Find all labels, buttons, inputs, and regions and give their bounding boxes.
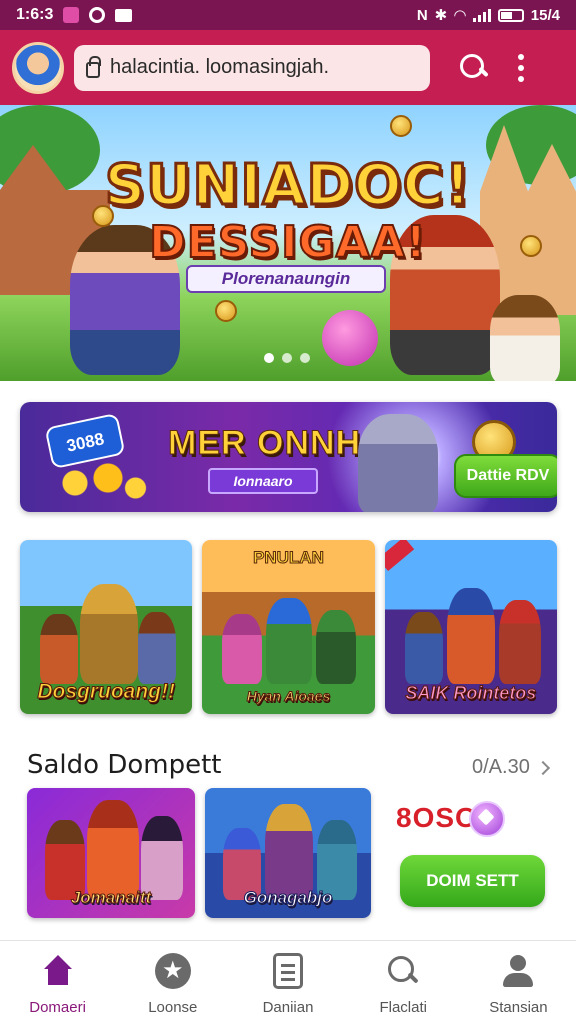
promo-title: MER ONNH bbox=[167, 424, 362, 463]
game-card-row: Dosgruoang!! PNULAN Hyan Aioaes SAIK Roi… bbox=[20, 540, 557, 714]
bottom-navigation: Domaeri Loonse Daniian Flaclati Stansian bbox=[0, 940, 576, 1024]
promo-banner[interactable]: 3088 MER ONNH Ionnaaro Dattie RDV bbox=[20, 402, 557, 512]
wallet-balance: 8OSO bbox=[396, 802, 478, 833]
pink-creature bbox=[322, 310, 378, 366]
wallet-game-card[interactable]: Jomanaitt bbox=[27, 788, 195, 918]
home-icon bbox=[40, 953, 76, 989]
wallet-card-title: Jomanaitt bbox=[70, 888, 152, 908]
signal-icon bbox=[472, 8, 491, 22]
hero-title-line2: DESSIGAA! bbox=[148, 216, 427, 269]
nav-label: Daniian bbox=[262, 999, 314, 1016]
nav-label: Loonse bbox=[148, 999, 198, 1016]
game-card[interactable]: SAIK Rointetos bbox=[384, 540, 557, 714]
game-character bbox=[138, 612, 176, 684]
game-character bbox=[87, 800, 139, 900]
coins-decoration bbox=[42, 458, 152, 508]
wallet-button[interactable]: DOIM SETT bbox=[400, 855, 545, 907]
nav-item-profile[interactable]: Stansian bbox=[461, 941, 576, 1024]
status-bar: 1:6:3 N ✱ ◠ 15/4 bbox=[0, 0, 576, 30]
wallet-card-title: Gonagabjo bbox=[243, 888, 333, 908]
coin-icon bbox=[215, 300, 237, 322]
nav-item-search[interactable]: Flaclati bbox=[346, 941, 461, 1024]
nav-label: Flaclati bbox=[379, 999, 427, 1016]
game-character bbox=[498, 600, 541, 684]
status-right: N ✱ ◠ 15/4 bbox=[416, 6, 560, 25]
document-icon bbox=[273, 953, 303, 989]
chevron-right-icon bbox=[535, 760, 550, 775]
promo-button[interactable]: Dattie RDV bbox=[454, 454, 557, 498]
nav-item-documents[interactable]: Daniian bbox=[230, 941, 345, 1024]
status-time: 1:6:3 bbox=[16, 6, 54, 23]
bluetooth-icon: ✱ bbox=[434, 7, 448, 24]
status-left: 1:6:3 bbox=[16, 6, 133, 24]
star-icon bbox=[154, 953, 191, 989]
see-all-label: 0/A.30 bbox=[472, 756, 530, 778]
search-icon[interactable] bbox=[456, 50, 492, 86]
wifi-icon: ◠ bbox=[454, 7, 466, 24]
top-app-bar: halacintia. loomasingjah. bbox=[0, 30, 576, 105]
nav-item-favorites[interactable]: Loonse bbox=[115, 941, 230, 1024]
promo-tag: Ionnaaro bbox=[208, 468, 318, 494]
game-character bbox=[80, 584, 138, 684]
carousel-dot[interactable] bbox=[282, 353, 292, 363]
carousel-dot[interactable] bbox=[300, 353, 310, 363]
hero-banner[interactable]: SUNIADOC! DESSIGAA! Plorenanaungin bbox=[0, 105, 576, 381]
game-character bbox=[404, 612, 443, 684]
hero-title: SUNIADOC! bbox=[103, 152, 472, 220]
hero-character bbox=[490, 295, 560, 381]
gallery-icon bbox=[63, 7, 80, 23]
game-character bbox=[265, 804, 313, 900]
gem-icon bbox=[469, 801, 505, 837]
game-character bbox=[40, 614, 78, 684]
coin-icon bbox=[390, 115, 412, 137]
app-screen: 1:6:3 N ✱ ◠ 15/4 halacintia. loomasingja… bbox=[0, 0, 576, 1024]
game-card[interactable]: PNULAN Hyan Aioaes bbox=[202, 540, 375, 714]
knight-character bbox=[358, 414, 438, 512]
game-card-title: SAIK Rointetos bbox=[405, 683, 537, 704]
status-right-text: 15/4 bbox=[530, 6, 560, 24]
game-character bbox=[222, 614, 263, 684]
game-character bbox=[446, 588, 495, 684]
carousel-dot[interactable] bbox=[264, 353, 274, 363]
hero-subtitle: Plorenanaungin bbox=[186, 265, 386, 293]
more-vert-icon[interactable] bbox=[516, 53, 526, 82]
nav-label: Domaeri bbox=[29, 999, 86, 1016]
avatar[interactable] bbox=[12, 41, 64, 94]
see-all-link[interactable]: 0/A.30 bbox=[472, 756, 550, 779]
game-character bbox=[316, 610, 357, 684]
search-icon bbox=[385, 953, 421, 989]
wallet-card-row: Jomanaitt Gonagabjo bbox=[27, 788, 371, 918]
nav-label: Stansian bbox=[489, 999, 548, 1016]
game-character bbox=[266, 598, 313, 684]
url-bar[interactable]: halacintia. loomasingjah. bbox=[74, 44, 430, 91]
battery-icon bbox=[497, 8, 524, 22]
game-card[interactable]: Dosgruoang!! bbox=[20, 540, 193, 714]
message-icon bbox=[115, 8, 133, 22]
game-card-title: Dosgruoang!! bbox=[37, 680, 176, 704]
wallet-game-card[interactable]: Gonagabjo bbox=[205, 788, 371, 918]
section-title: Saldo Dompett bbox=[27, 750, 222, 780]
lock-icon bbox=[86, 55, 101, 78]
vpn-icon bbox=[89, 7, 106, 23]
game-card-top-title: PNULAN bbox=[253, 548, 325, 568]
nav-item-home[interactable]: Domaeri bbox=[0, 941, 115, 1024]
game-card-title: Hyan Aioaes bbox=[246, 688, 331, 705]
person-icon bbox=[500, 953, 536, 989]
nfc-icon: N bbox=[416, 6, 428, 24]
carousel-indicator bbox=[264, 353, 310, 363]
url-text: halacintia. loomasingjah. bbox=[110, 56, 330, 78]
